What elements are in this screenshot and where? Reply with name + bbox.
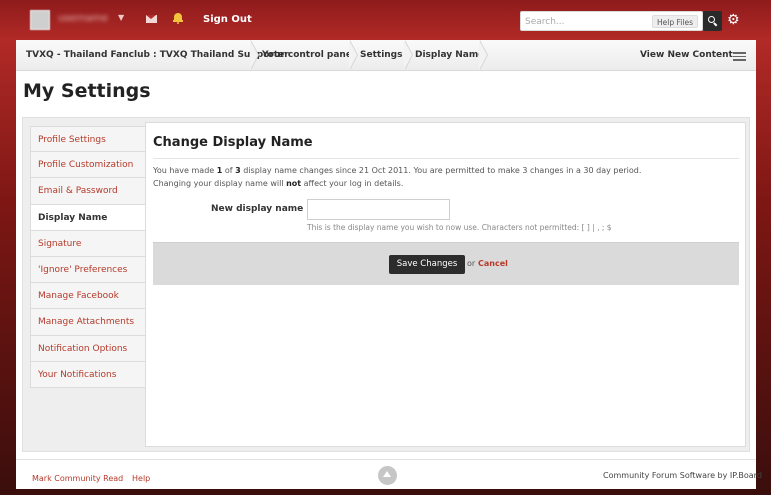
sidebar-item-email-password[interactable]: Email & Password bbox=[30, 178, 146, 205]
sidebar-item-manage-attachments[interactable]: Manage Attachments bbox=[30, 309, 146, 336]
new-display-name-label: New display name bbox=[211, 204, 304, 214]
avatar[interactable] bbox=[30, 10, 50, 30]
cancel-link[interactable]: Cancel bbox=[478, 259, 508, 268]
view-new-content-link[interactable]: View New Content bbox=[640, 50, 733, 60]
mark-community-read-link[interactable]: Mark Community Read bbox=[32, 474, 123, 483]
mail-icon[interactable] bbox=[146, 15, 157, 23]
footer: Mark Community Read Help Community Forum… bbox=[16, 459, 762, 489]
breadcrumb-settings[interactable]: Settings bbox=[360, 50, 402, 60]
breadcrumb-current: Display Name bbox=[415, 50, 485, 60]
list-icon[interactable] bbox=[733, 52, 746, 61]
sidebar-item-signature[interactable]: Signature bbox=[30, 230, 146, 257]
breadcrumb-separator bbox=[479, 40, 492, 71]
search-box: Help Files bbox=[520, 11, 703, 31]
sidebar-item-notification-options[interactable]: Notification Options bbox=[30, 335, 146, 362]
sidebar-item-your-notifications[interactable]: Your Notifications bbox=[30, 361, 146, 388]
breadcrumb-control-panel[interactable]: Your control panel bbox=[262, 50, 355, 60]
username-link[interactable]: username bbox=[58, 13, 108, 24]
settings-content: Profile Settings Profile Customization E… bbox=[22, 117, 750, 452]
sidebar-item-manage-facebook[interactable]: Manage Facebook bbox=[30, 283, 146, 310]
panel-title: Change Display Name bbox=[153, 135, 313, 150]
chevron-down-icon[interactable]: ▼ bbox=[118, 13, 124, 22]
bell-icon[interactable] bbox=[173, 12, 183, 24]
or-text: or bbox=[467, 259, 476, 268]
display-name-panel: Change Display Name You have made 1 of 3… bbox=[145, 122, 746, 447]
settings-sidebar: Profile Settings Profile Customization E… bbox=[30, 126, 146, 388]
sign-out-link[interactable]: Sign Out bbox=[203, 14, 252, 25]
top-bar: username ▼ Sign Out Help Files ⚙ bbox=[0, 0, 771, 40]
search-button[interactable] bbox=[703, 11, 722, 31]
gear-icon[interactable]: ⚙ bbox=[727, 11, 740, 29]
help-link[interactable]: Help bbox=[132, 474, 150, 483]
change-count-info: You have made 1 of 3 display name change… bbox=[153, 166, 642, 175]
login-note: Changing your display name will not affe… bbox=[153, 179, 404, 188]
sidebar-item-ignore-preferences[interactable]: 'Ignore' Preferences bbox=[30, 256, 146, 284]
page-title: My Settings bbox=[23, 80, 151, 102]
sidebar-item-profile-customization[interactable]: Profile Customization bbox=[30, 152, 146, 179]
sidebar-item-display-name[interactable]: Display Name bbox=[30, 204, 146, 231]
search-scope-button[interactable]: Help Files bbox=[652, 15, 698, 28]
new-display-name-input[interactable] bbox=[307, 199, 450, 220]
field-help-text: This is the display name you wish to now… bbox=[307, 223, 612, 232]
powered-by-text[interactable]: Community Forum Software by IP.Board bbox=[603, 471, 762, 480]
submit-bar: Save Changes or Cancel bbox=[153, 242, 739, 285]
divider bbox=[153, 158, 739, 159]
save-changes-button[interactable]: Save Changes bbox=[389, 255, 465, 274]
main-wrapper: TVXQ - Thailand Fanclub : TVXQ Thailand … bbox=[16, 40, 762, 489]
search-input[interactable] bbox=[525, 14, 650, 29]
back-to-top-icon[interactable] bbox=[378, 466, 397, 485]
sidebar-item-profile-settings[interactable]: Profile Settings bbox=[30, 126, 146, 153]
breadcrumb: TVXQ - Thailand Fanclub : TVXQ Thailand … bbox=[16, 40, 756, 71]
